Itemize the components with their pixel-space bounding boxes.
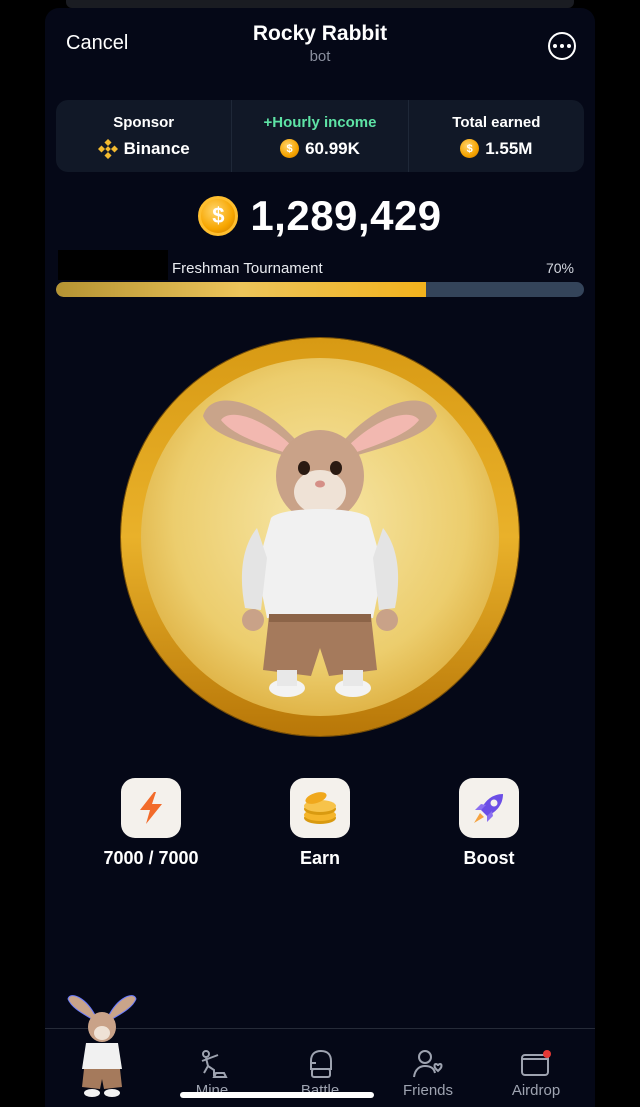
- sponsor-value-row: Binance: [97, 138, 190, 159]
- boost-label: Boost: [463, 848, 515, 868]
- app-title: Rocky Rabbit: [252, 22, 388, 45]
- status-bar-top: [66, 0, 574, 8]
- sponsor-value: Binance: [123, 138, 190, 158]
- title-block: Rocky Rabbit bot: [45, 22, 595, 65]
- rocket-icon: [459, 778, 519, 838]
- earn-button[interactable]: Earn: [260, 778, 380, 869]
- nav-home-rabbit[interactable]: [57, 987, 147, 1106]
- actions-row: 7000 / 7000 Earn Boost: [45, 778, 595, 878]
- balance-value: 1,289,429: [250, 192, 442, 239]
- total-earned-stat: Total earned $ 1.55M: [407, 100, 584, 172]
- rabbit-character-image: [203, 400, 437, 697]
- total-earned-label: Total earned: [452, 113, 541, 131]
- coin-icon: $: [198, 196, 239, 236]
- energy-label: 7000 / 7000: [103, 848, 199, 868]
- sponsor-label: Sponsor: [113, 113, 175, 131]
- league-percent: 70%: [545, 260, 574, 276]
- coins-icon: [290, 778, 350, 838]
- ellipsis-circle-icon[interactable]: [548, 32, 576, 60]
- rabbit-avatar: [67, 995, 137, 1097]
- redacted-box: [58, 250, 168, 280]
- lightning-icon: [121, 778, 181, 838]
- nav-airdrop[interactable]: Airdrop: [491, 1049, 581, 1099]
- home-indicator: [180, 1092, 374, 1098]
- dot: [553, 44, 557, 48]
- nav-friends[interactable]: Friends: [383, 1049, 473, 1099]
- league-progress-bar: [56, 282, 584, 297]
- sponsor-stat[interactable]: Sponsor Binance: [56, 100, 231, 172]
- dot: [567, 44, 571, 48]
- coin-icon: $: [460, 139, 480, 158]
- app-subtitle: bot: [309, 48, 331, 65]
- hourly-income-label: +Hourly income: [263, 113, 377, 131]
- league-name: Freshman Tournament: [172, 260, 323, 277]
- wallet-icon: [521, 1050, 551, 1076]
- hourly-income-value-row: $ 60.99K: [280, 139, 360, 159]
- energy-button[interactable]: 7000 / 7000: [91, 778, 211, 869]
- nav-friends-label: Friends: [402, 1082, 454, 1099]
- app-window: Cancel Rocky Rabbit bot Sponsor Binance …: [45, 8, 595, 1107]
- header: Cancel Rocky Rabbit bot: [45, 8, 595, 88]
- glove-icon: [310, 1049, 332, 1078]
- mine-icon: [201, 1050, 228, 1078]
- total-earned-value: 1.55M: [485, 138, 533, 158]
- tap-coin-inner: [141, 358, 499, 716]
- tap-coin-button[interactable]: [121, 338, 519, 736]
- dot: [560, 44, 564, 48]
- coin-icon: $: [280, 139, 300, 158]
- boost-button[interactable]: Boost: [429, 778, 549, 869]
- earn-label: Earn: [299, 848, 341, 868]
- league-row[interactable]: Freshman Tournament 70%: [56, 250, 584, 280]
- balance-row: $ 1,289,429: [45, 192, 595, 240]
- stats-card: Sponsor Binance +Hourly income $ 60.99K …: [56, 100, 584, 172]
- binance-icon: [97, 138, 118, 159]
- league-progress-fill: [56, 282, 426, 297]
- hourly-income-stat: +Hourly income $ 60.99K: [231, 100, 407, 172]
- hourly-income-value: 60.99K: [305, 138, 360, 158]
- nav-airdrop-label: Airdrop: [511, 1082, 561, 1099]
- friends-icon: [413, 1050, 443, 1078]
- total-earned-value-row: $ 1.55M: [460, 139, 532, 159]
